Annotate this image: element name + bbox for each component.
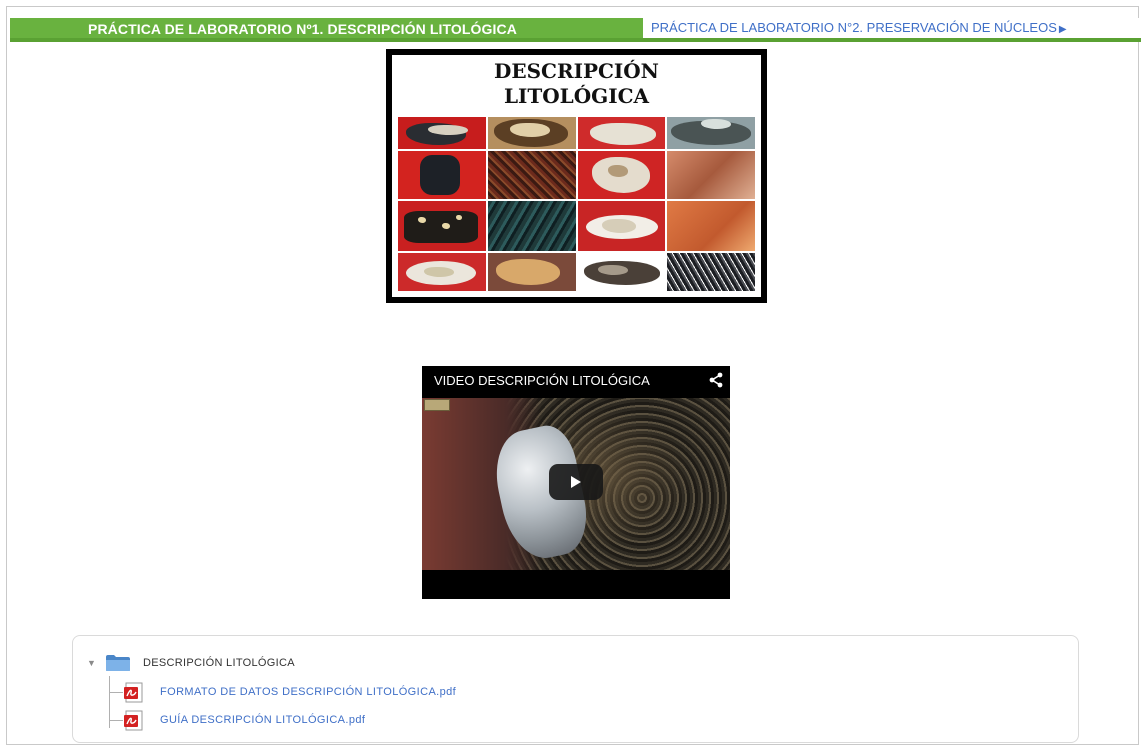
pdf-icon [123,681,145,703]
file-item[interactable]: FORMATO DE DATOS DESCRIPCIÓN LITOLÓGICA.… [123,681,456,703]
rock-sample-tile [577,201,666,251]
banner-canvas: DESCRIPCIÓN LITOLÓGICA [392,55,761,297]
rock-sample-tile [487,253,576,291]
file-item[interactable]: GUÍA DESCRIPCIÓN LITOLÓGICA.pdf [123,709,365,731]
play-button[interactable] [549,464,603,500]
rock-sample-tile [398,117,486,149]
rock-sample-tile [577,151,666,199]
share-icon[interactable] [708,372,724,388]
folder-label[interactable]: DESCRIPCIÓN LITOLÓGICA [143,657,295,669]
rock-sample-tile [667,151,755,199]
lithology-banner-image: DESCRIPCIÓN LITOLÓGICA [386,49,767,303]
rock-sample-tile [667,253,755,291]
rock-sample-grid [398,117,755,293]
rock-sample-tile [487,151,576,199]
section-nav-bar: PRÁCTICA DE LABORATORIO Nº1. DESCRIPCIÓN… [10,18,1141,42]
banner-title-line1: DESCRIPCIÓN [494,59,659,83]
rock-sample-tile [398,201,486,251]
tree-connector [109,692,123,694]
tree-connector [109,720,123,722]
video-player[interactable]: VIDEO DESCRIPCIÓN LITOLÓGICA [422,366,730,599]
channel-thumbnail-icon[interactable] [424,399,450,411]
rock-sample-tile [667,201,755,251]
next-section-label: PRÁCTICA DE LABORATORIO N°2. PRESERVACIÓ… [651,20,1057,35]
next-arrow-icon: ▶ [1058,24,1067,35]
rock-sample-tile [577,253,666,291]
file-link-label[interactable]: FORMATO DE DATOS DESCRIPCIÓN LITOLÓGICA.… [160,686,456,698]
collapse-toggle-icon[interactable]: ▼ [87,657,99,669]
rock-sample-tile [398,151,486,199]
pdf-icon [123,709,145,731]
folder-resource-panel: ▼ DESCRIPCIÓN LITOLÓGICA FORMATO DE DATO… [72,635,1079,743]
rock-sample-tile [487,117,576,149]
folder-item[interactable]: ▼ DESCRIPCIÓN LITOLÓGICA [87,653,295,673]
play-icon [571,476,581,488]
file-link-label[interactable]: GUÍA DESCRIPCIÓN LITOLÓGICA.pdf [160,714,365,726]
video-title[interactable]: VIDEO DESCRIPCIÓN LITOLÓGICA [434,373,650,388]
rock-sample-tile [577,117,666,149]
next-section-link[interactable]: PRÁCTICA DE LABORATORIO N°2. PRESERVACIÓ… [643,18,1141,38]
banner-title-line2: LITOLÓGICA [503,84,650,108]
current-section-title: PRÁCTICA DE LABORATORIO Nº1. DESCRIPCIÓN… [88,21,517,37]
rock-sample-tile [487,201,576,251]
rock-sample-tile [398,253,486,291]
folder-icon [105,654,131,672]
banner-title: DESCRIPCIÓN LITOLÓGICA [392,59,761,109]
rock-sample-tile [667,117,755,149]
